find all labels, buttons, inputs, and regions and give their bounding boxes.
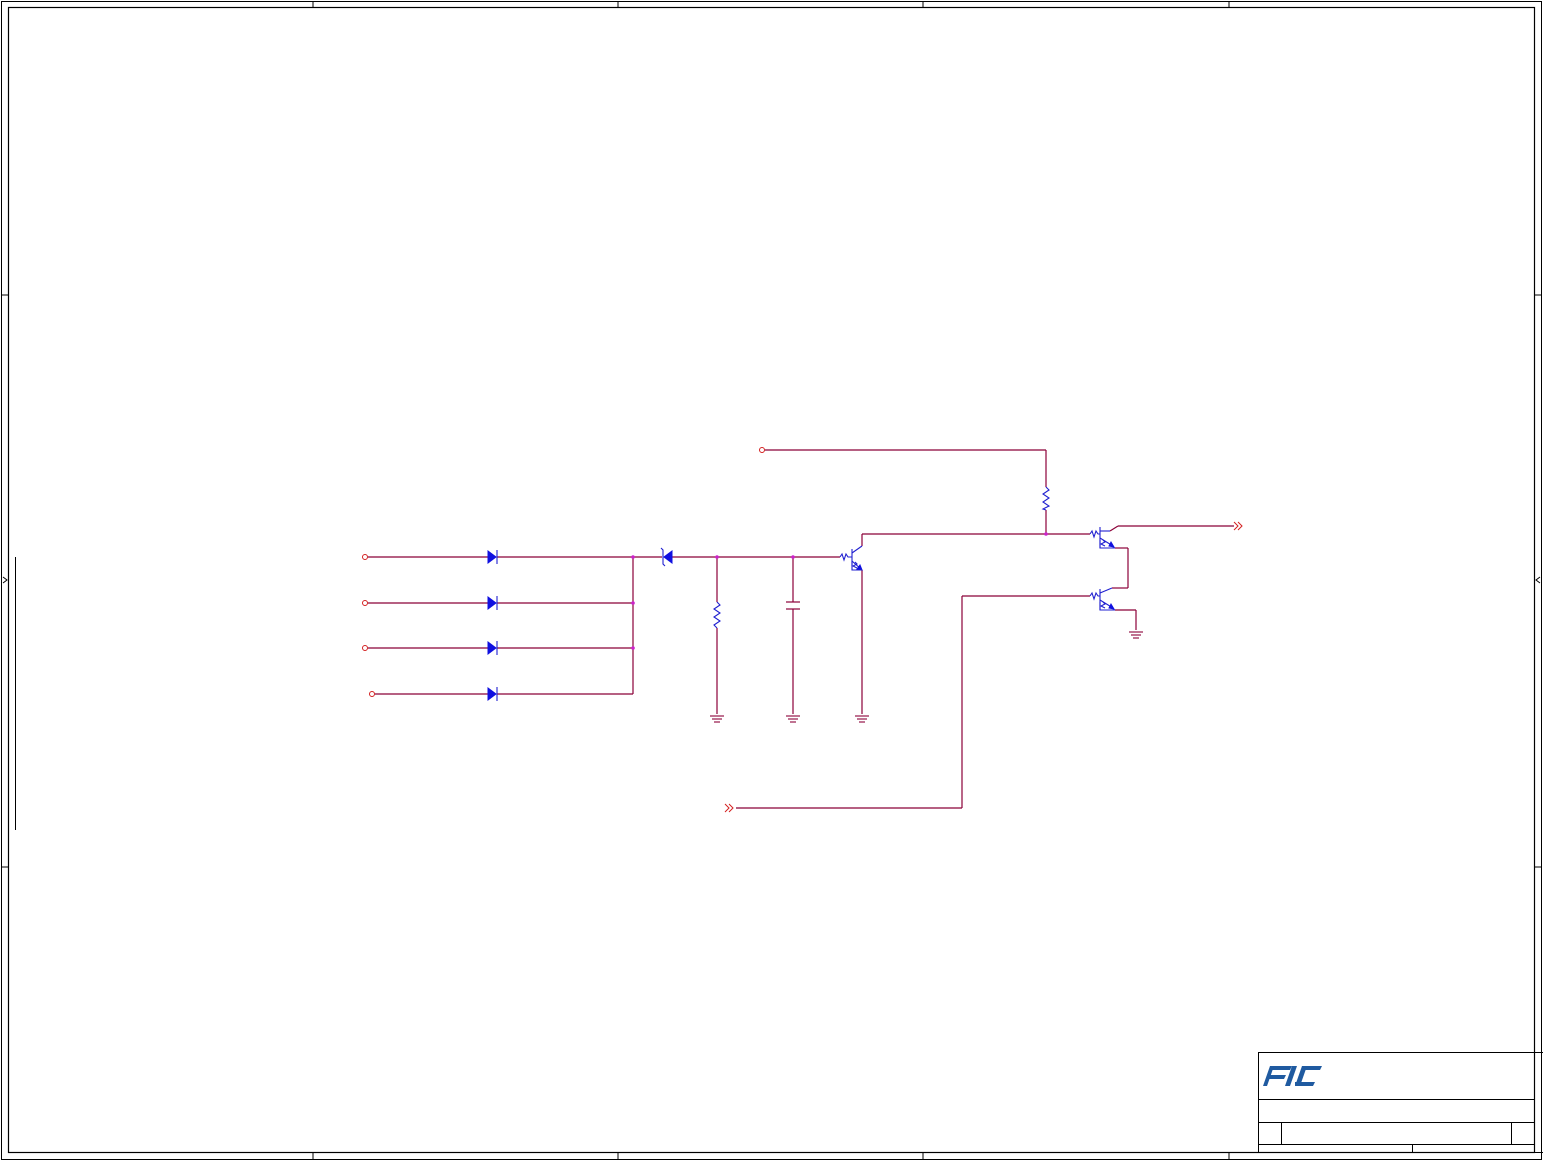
wires	[368, 449, 1234, 809]
input-port-1	[362, 554, 368, 560]
transistor-q3	[1089, 587, 1116, 611]
supply-port	[759, 447, 765, 453]
transistor-q1	[839, 545, 863, 571]
diode-1	[487, 550, 498, 564]
input-port-3	[362, 645, 368, 651]
input-port-4	[369, 691, 375, 697]
fic-logo	[1263, 1066, 1322, 1086]
zener-diode	[660, 547, 673, 567]
ports	[362, 447, 1243, 813]
resistor-pullup	[1041, 486, 1051, 511]
title-block	[1258, 1052, 1543, 1153]
diode-4	[487, 687, 498, 701]
diode-2	[487, 596, 498, 610]
ground-capacitor	[786, 715, 800, 723]
diode-3	[487, 641, 498, 655]
ground-resistor	[710, 715, 724, 723]
ground-q1	[855, 715, 869, 723]
junctions	[631, 532, 1048, 650]
input-port-2	[362, 600, 368, 606]
sheet-frame	[1, 1, 1542, 1160]
capacitor	[786, 601, 800, 610]
input-connector	[724, 803, 734, 813]
ground-q3	[1129, 631, 1143, 639]
resistor-shunt	[713, 601, 721, 629]
schematic-sheet	[1, 1, 1543, 1160]
output-connector	[1233, 521, 1243, 531]
